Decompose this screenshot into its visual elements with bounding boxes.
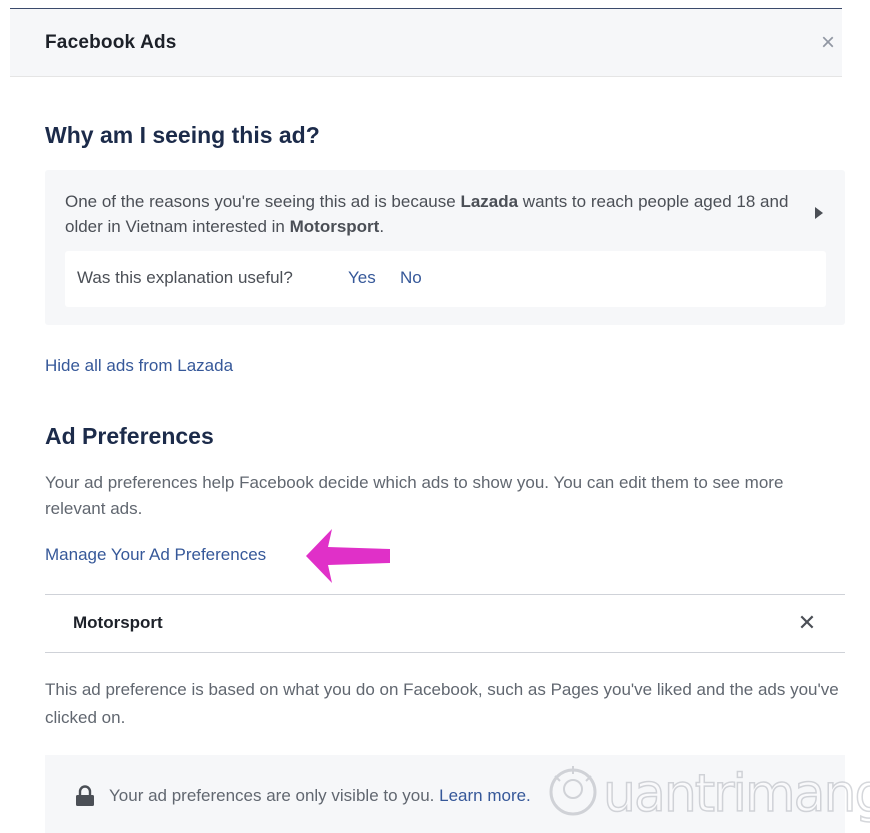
- lock-icon: [76, 785, 94, 806]
- dialog-header: Facebook Ads ×: [10, 9, 842, 77]
- close-icon[interactable]: ×: [814, 29, 842, 57]
- privacy-text: Your ad preferences are only visible to …: [109, 786, 531, 806]
- feedback-yes-link[interactable]: Yes: [348, 268, 376, 288]
- reason-part-1: One of the reasons you're seeing this ad…: [65, 192, 461, 211]
- arrow-annotation-icon: [306, 529, 390, 583]
- interest-item-label: Motorsport: [73, 613, 163, 632]
- divider: [45, 652, 845, 653]
- reason-text: One of the reasons you're seeing this ad…: [65, 189, 795, 239]
- advertiser-name: Lazada: [460, 192, 519, 211]
- feedback-row: Was this explanation useful? Yes No: [65, 251, 826, 307]
- ad-preferences-title: Ad Preferences: [45, 423, 214, 449]
- feedback-question: Was this explanation useful?: [77, 268, 293, 287]
- preference-basis-text: This ad preference is based on what you …: [45, 680, 839, 727]
- divider: [45, 594, 845, 595]
- hide-ads-link[interactable]: Hide all ads from Lazada: [45, 356, 233, 376]
- feedback-no-link[interactable]: No: [400, 268, 422, 288]
- learn-more-link[interactable]: Learn more.: [439, 786, 531, 805]
- caret-right-icon[interactable]: [815, 207, 823, 219]
- dialog-title: Facebook Ads: [45, 32, 177, 53]
- manage-preferences-link[interactable]: Manage Your Ad Preferences: [45, 545, 266, 565]
- why-title: Why am I seeing this ad?: [45, 122, 320, 148]
- reason-box: One of the reasons you're seeing this ad…: [45, 170, 845, 325]
- ad-preferences-description: Your ad preferences help Facebook decide…: [45, 473, 784, 518]
- privacy-notice: Your ad preferences are only visible to …: [45, 755, 845, 833]
- privacy-message: Your ad preferences are only visible to …: [109, 786, 440, 805]
- interest-name: Motorsport: [289, 217, 380, 236]
- remove-icon[interactable]: ✕: [795, 610, 819, 636]
- reason-part-3: .: [379, 217, 385, 236]
